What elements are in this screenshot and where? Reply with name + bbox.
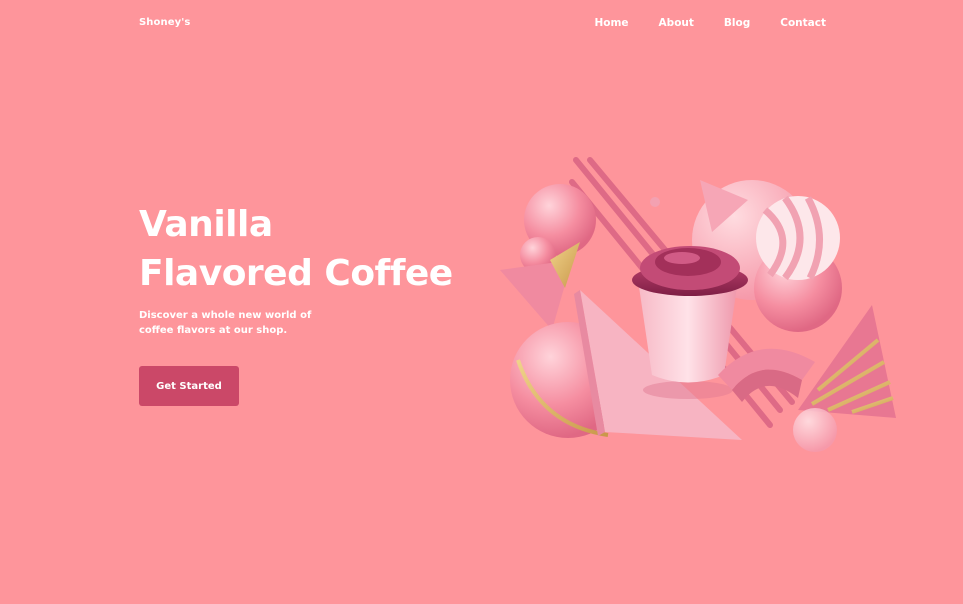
nav-brand[interactable]: Shoney's bbox=[139, 17, 190, 28]
coffee-cup-illustration bbox=[500, 157, 896, 452]
nav-link-home[interactable]: Home bbox=[594, 17, 628, 29]
get-started-button[interactable]: Get Started bbox=[139, 366, 239, 406]
nav-link-about[interactable]: About bbox=[659, 17, 694, 29]
hero-subtitle: Discover a whole new world of coffee fla… bbox=[139, 310, 312, 336]
nav-link-blog[interactable]: Blog bbox=[724, 17, 750, 29]
hero-title-line-1: Vanilla bbox=[139, 204, 273, 245]
nav-links: Home About Blog Contact bbox=[594, 17, 826, 29]
hero-title-line-2: Flavored Coffee bbox=[139, 253, 453, 294]
nav-link-contact[interactable]: Contact bbox=[780, 17, 826, 29]
hero-title: Vanilla Flavored Coffee bbox=[139, 200, 453, 298]
